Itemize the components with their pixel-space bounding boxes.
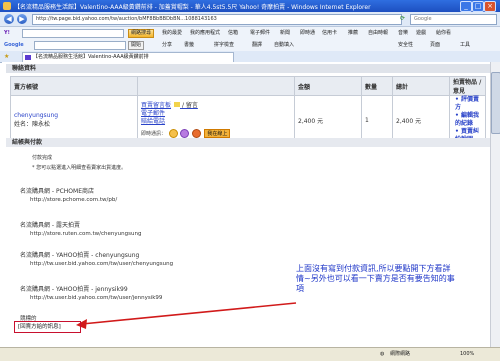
yahoo-libertytimes[interactable]: 自由時報 bbox=[368, 29, 388, 37]
callout-arrow-icon bbox=[76, 302, 297, 329]
status-bar: ◍ 網際網路 100% bbox=[0, 347, 500, 361]
google-search-input[interactable] bbox=[34, 41, 126, 50]
ie-tools-menu[interactable]: 工具 bbox=[460, 41, 470, 49]
col-total: 總計 bbox=[392, 76, 450, 96]
yahoo-recommend[interactable]: 推薦 bbox=[348, 29, 358, 37]
browser-search-input[interactable]: Google bbox=[410, 14, 497, 25]
annotation-note: 上面沒有寫到付款資訊,所以要點開下方看詳情~另外也可以看一下賣方是否有要告知的事… bbox=[296, 264, 458, 328]
message-board-link[interactable]: 買賣留言板 / 留言 bbox=[141, 102, 291, 110]
yahoo-showyou[interactable]: 給你看 bbox=[436, 29, 451, 37]
rate-seller-link[interactable]: 評價賣方 bbox=[455, 96, 482, 112]
google-bookmarks[interactable]: 書籤 bbox=[184, 41, 194, 49]
favorites-star-icon[interactable]: ★ bbox=[4, 53, 9, 60]
edit-record-link[interactable]: 編輯我的紀錄 bbox=[455, 112, 482, 128]
store-pchome-name: 名流購具網 - PCHOME商店 bbox=[20, 188, 94, 195]
messenger-smiley-icon[interactable] bbox=[168, 129, 178, 138]
online-status-badge[interactable]: 我在線上 bbox=[204, 129, 231, 138]
google-translate[interactable]: 翻譯 bbox=[252, 41, 262, 49]
note-icon bbox=[174, 102, 181, 107]
ie-app-icon bbox=[3, 2, 11, 10]
store-pchome-url[interactable]: http://store.pchome.com.tw/pb/ bbox=[30, 197, 117, 203]
url-field[interactable]: http://tw.page.bid.yahoo.com/tw/auction/… bbox=[32, 14, 402, 25]
payment-note: * 您可以點選進入明細查看賣家出貨進度。 bbox=[32, 165, 127, 171]
ie-safety-menu[interactable]: 安全性 bbox=[398, 41, 413, 49]
tab-label: 【名流精品服務生活館】Valentino-AAA級黃鑽前排 bbox=[33, 54, 149, 60]
close-window-button[interactable]: × bbox=[484, 1, 496, 12]
tab-favicon-icon bbox=[25, 55, 31, 60]
section-contact-title: 聯絡資料 bbox=[6, 64, 490, 73]
seller-message-button[interactable]: [回賣方給的訊息] bbox=[14, 321, 81, 333]
maximize-button[interactable]: □ bbox=[472, 1, 484, 12]
globe-icon: ◍ bbox=[380, 351, 385, 357]
yahoo-email[interactable]: 電子郵件 bbox=[250, 29, 270, 37]
yahoo-creditcard[interactable]: 信用卡 bbox=[322, 29, 337, 37]
yahoo-apps[interactable]: 我的應用程式 bbox=[190, 29, 220, 37]
yahoo-news[interactable]: 新聞 bbox=[280, 29, 290, 37]
section-checkout-title: 結帳與付款 bbox=[6, 138, 490, 147]
annotation-text: 上面沒有寫到付款資訊,所以要點開下方看詳情~另外也可以看一下賣方是否有要告知的事… bbox=[296, 264, 455, 293]
google-go-button[interactable]: 開始 bbox=[128, 41, 145, 50]
col-item-opinion: 拍賣物品 / 意見 bbox=[449, 76, 486, 96]
google-autofill[interactable]: 自動填入 bbox=[274, 41, 294, 49]
google-logo[interactable]: Google bbox=[4, 41, 24, 49]
col-qty: 數量 bbox=[361, 76, 393, 96]
minimize-button[interactable]: _ bbox=[460, 1, 472, 12]
window-titlebar: 【名流精品服務生活館】Valentino-AAA級黃鑽前排 - 加蓋賞帽梨 - … bbox=[0, 0, 500, 12]
tab-current[interactable]: 【名流精品服務生活館】Valentino-AAA級黃鑽前排 bbox=[22, 52, 234, 62]
yahoo-favorites[interactable]: 我的最愛 bbox=[162, 29, 182, 37]
payment-status: 付款完成 bbox=[32, 155, 53, 161]
address-bar: ◀ ▶ http://tw.page.bid.yahoo.com/tw/auct… bbox=[0, 12, 500, 27]
yahoo-search-input[interactable] bbox=[22, 29, 124, 38]
yahoo-messenger[interactable]: 即時通 bbox=[300, 29, 315, 37]
zone-label: 網際網路 bbox=[390, 351, 411, 357]
yahoo-search-button[interactable]: 網路搜尋 bbox=[128, 29, 155, 38]
order-table: 賣方帳號 金額 數量 總計 拍賣物品 / 意見 chenyungsung 姓名：… bbox=[10, 76, 486, 145]
yahoo-music[interactable]: 音樂 bbox=[398, 29, 408, 37]
google-share[interactable]: 分享 bbox=[162, 41, 172, 49]
zoom-level[interactable]: 100% bbox=[460, 348, 474, 361]
store-yahoo2-name: 名流購具網 - YAHOO拍賣 - jennysik99 bbox=[20, 286, 128, 293]
ie-page-menu[interactable]: 頁面 bbox=[430, 41, 440, 49]
refresh-icon[interactable]: ⟳ bbox=[400, 15, 405, 22]
window-title: 【名流精品服務生活館】Valentino-AAA級黃鑽前排 - 加蓋賞帽梨 - … bbox=[14, 4, 371, 11]
seller-name: 姓名：陳永松 bbox=[14, 121, 51, 128]
messenger-purple-icon[interactable] bbox=[180, 129, 190, 138]
messenger-orange-icon[interactable] bbox=[191, 129, 201, 138]
scrollbar-thumb[interactable] bbox=[491, 72, 500, 134]
col-seller-account: 賣方帳號 bbox=[10, 76, 138, 96]
col-blank bbox=[137, 76, 295, 96]
yahoo-games[interactable]: 遊戲 bbox=[416, 29, 426, 37]
store-ruten-url[interactable]: http://store.ruten.com.tw/chenyungsung bbox=[30, 231, 141, 237]
quick-messenger: 即時通訊： 我在線上 bbox=[141, 129, 291, 138]
back-button[interactable]: ◀ bbox=[4, 14, 14, 24]
seller-account-link[interactable]: chenyungsung bbox=[14, 112, 134, 119]
store-yahoo1-url[interactable]: http://tw.user.bid.yahoo.com/tw/user/che… bbox=[30, 261, 173, 267]
store-yahoo1-name: 名流購具網 - YAHOO拍賣 - chenyungsung bbox=[20, 252, 140, 259]
forward-button[interactable]: ▶ bbox=[17, 14, 27, 24]
google-spellcheck[interactable]: 拼字檢查 bbox=[214, 41, 234, 49]
yahoo-mail[interactable]: 信箱 bbox=[228, 29, 238, 37]
yahoo-logo[interactable]: Y! bbox=[4, 29, 10, 37]
store-ruten-name: 名流購具網 - 露天拍賣 bbox=[20, 222, 80, 229]
phone-link[interactable]: 賠給電話 bbox=[141, 118, 291, 126]
col-amount: 金額 bbox=[294, 76, 362, 96]
email-link[interactable]: 電子郵件 bbox=[141, 110, 291, 118]
